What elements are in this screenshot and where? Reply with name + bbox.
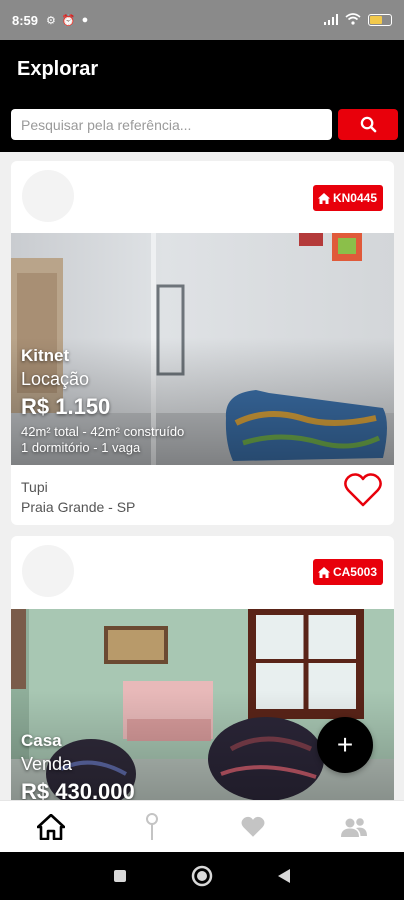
app-status-icon: ●	[81, 14, 89, 26]
area-details: 42m² total - 42m² construído	[21, 424, 185, 439]
nav-map[interactable]	[101, 801, 202, 852]
price: R$ 1.150	[21, 394, 111, 419]
app-header: Explorar	[0, 40, 404, 152]
neighborhood: Tupi	[21, 479, 48, 495]
house-icon	[317, 566, 330, 578]
search-icon	[360, 116, 376, 133]
listing-photo[interactable]: Kitnet Locação R$ 1.150 42m² total - 42m…	[11, 233, 394, 465]
back-icon[interactable]	[277, 868, 291, 884]
deal-type: Venda	[21, 754, 73, 774]
reference-badge: CA5003	[312, 559, 383, 585]
location: Tupi Praia Grande - SP	[21, 477, 135, 517]
users-icon	[340, 817, 367, 837]
add-button[interactable]: +	[317, 717, 373, 773]
reference-badge: KN0445	[312, 185, 383, 211]
agent-avatar	[22, 170, 74, 222]
bottom-navigation	[0, 800, 404, 852]
recents-icon[interactable]	[113, 869, 127, 883]
heart-outline-icon	[344, 473, 382, 507]
signal-icon	[324, 13, 338, 28]
favorites-heart-icon	[241, 816, 264, 837]
reference-code: CA5003	[332, 565, 377, 579]
nav-favorites[interactable]	[202, 801, 303, 852]
status-bar: 8:59 ⚙ ⏰ ●	[0, 0, 404, 40]
price: R$ 430.000	[21, 779, 135, 800]
search-button[interactable]	[338, 109, 398, 140]
listing-feed[interactable]: KN0445 Kitnet Locação R$ 1.150 42m² tota…	[0, 152, 404, 800]
nav-users[interactable]	[303, 801, 404, 852]
location-pin-icon	[145, 812, 158, 840]
property-type: Casa	[21, 731, 62, 750]
agent-avatar	[22, 545, 74, 597]
alarm-status-icon: ⏰	[61, 14, 76, 27]
page-title: Explorar	[17, 58, 99, 80]
property-type: Kitnet	[21, 346, 70, 365]
deal-type: Locação	[21, 369, 90, 389]
favorite-button[interactable]	[343, 472, 383, 513]
room-details: 1 dormitório - 1 vaga	[21, 440, 141, 455]
nav-home[interactable]	[0, 801, 101, 852]
status-time: 8:59	[12, 12, 39, 28]
settings-status-icon: ⚙	[46, 14, 56, 27]
search-input[interactable]	[11, 109, 332, 140]
system-navigation	[0, 852, 404, 900]
city: Praia Grande - SP	[21, 499, 136, 515]
house-icon	[317, 192, 330, 204]
listing-card[interactable]: KN0445 Kitnet Locação R$ 1.150 42m² tota…	[11, 161, 394, 525]
reference-code: KN0445	[332, 191, 377, 205]
home-circle-icon[interactable]	[191, 865, 213, 887]
battery-icon	[368, 14, 392, 26]
home-icon	[36, 813, 65, 840]
wifi-icon	[345, 12, 361, 28]
